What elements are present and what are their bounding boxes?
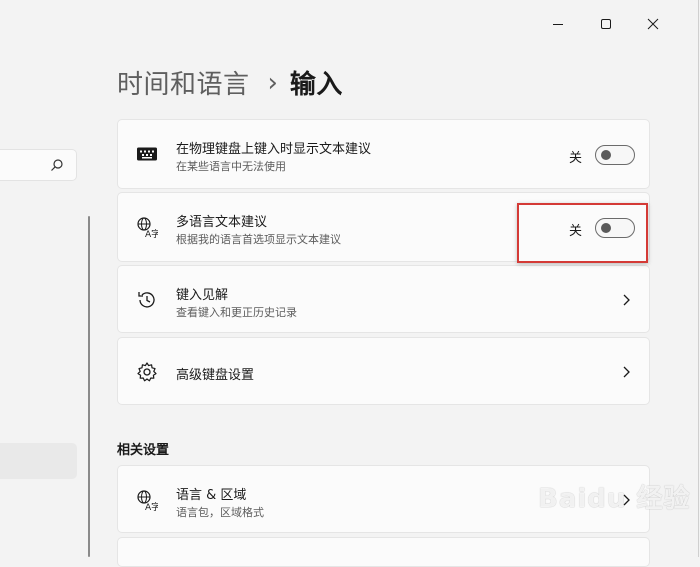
chevron-right-icon [623,366,630,378]
setting-title: 多语言文本建议 [176,215,268,230]
setting-title: 键入见解 [176,288,229,303]
search-icon[interactable] [50,158,64,172]
minimize-button[interactable] [543,10,573,38]
gear-icon [136,361,158,383]
history-icon [136,289,158,311]
setting-subtitle: 语言包，区域格式 [176,506,264,519]
chevron-right-icon [623,294,630,306]
breadcrumb-parent[interactable]: 时间和语言 [117,64,250,101]
language-icon: A字 [136,216,158,238]
close-icon [647,18,659,30]
maximize-button[interactable] [591,10,621,38]
related-settings-heading: 相关设置 [117,443,170,458]
nav-scrollbar[interactable] [88,216,90,557]
setting-card-typing-insights[interactable]: 键入见解 查看键入和更正历史记录 [117,265,650,333]
setting-title: 高级键盘设置 [176,368,255,383]
minimize-icon [553,24,563,25]
svg-text:A字: A字 [145,228,158,238]
breadcrumb: 时间和语言 › 输入 [117,64,343,101]
setting-subtitle: 查看键入和更正历史记录 [176,306,297,319]
toggle-state-label: 关 [569,151,583,166]
setting-subtitle: 在某些语言中无法使用 [176,160,286,173]
nav-selected-item[interactable] [0,443,77,479]
setting-card-partial[interactable] [117,537,650,567]
page-title: 输入 [289,70,343,100]
close-button[interactable] [638,10,668,38]
search-input[interactable] [0,149,77,181]
setting-card-text-suggestions: 在物理键盘上键入时显示文本建议 在某些语言中无法使用 关 [117,119,650,189]
maximize-icon [601,19,611,29]
svg-text:A字: A字 [145,501,158,511]
setting-card-advanced-keyboard[interactable]: 高级键盘设置 [117,337,650,405]
text-suggestions-toggle[interactable] [595,145,635,165]
watermark: Baidu 经验 [538,484,691,514]
setting-title: 在物理键盘上键入时显示文本建议 [176,142,372,157]
setting-subtitle: 根据我的语言首选项显示文本建议 [176,233,341,246]
breadcrumb-separator: › [267,67,278,98]
language-icon: A字 [136,489,158,511]
toggle-knob [601,150,611,160]
keyboard-icon [136,143,158,165]
annotation-highlight [517,203,648,263]
setting-title: 语言 & 区域 [176,488,247,503]
